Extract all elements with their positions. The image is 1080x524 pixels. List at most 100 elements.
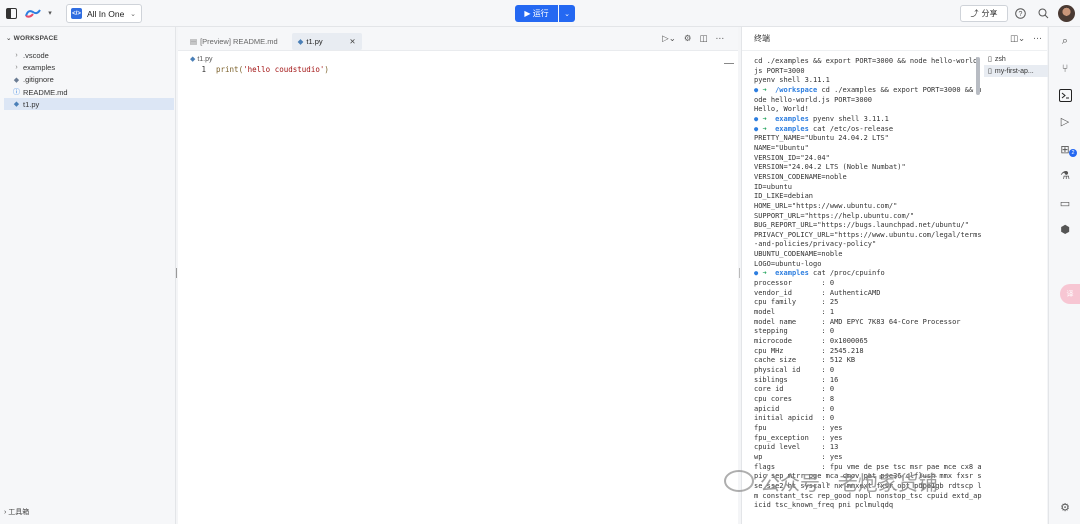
terminal-scrollbar[interactable] bbox=[976, 57, 980, 95]
session-label: zsh bbox=[994, 55, 1006, 63]
project-selector[interactable]: </> All In One ⌄ bbox=[66, 4, 142, 23]
extensions-icon[interactable]: ⊞ 2 bbox=[1055, 139, 1077, 159]
terminal-command-line: ● ➜ /workspace cd ./examples && export P… bbox=[754, 86, 984, 105]
run-button[interactable]: ▶ 运行 bbox=[515, 5, 558, 22]
terminal-line: ID_LIKE=debian bbox=[754, 192, 814, 201]
tree-item-vscode[interactable]: › .vscode bbox=[4, 49, 174, 61]
terminal-command-line: ● ➜ examples cat /proc/cpuinfo bbox=[754, 269, 984, 279]
close-icon[interactable]: ✕ bbox=[349, 37, 355, 46]
terminal-line: core id : 0 bbox=[754, 385, 835, 394]
tree-item-t1py[interactable]: ◆ t1.py bbox=[4, 98, 174, 111]
watermark-text: 公众号 · 老炮家货铺 bbox=[760, 472, 938, 495]
tree-item-gitignore[interactable]: ◆ .gitignore bbox=[4, 74, 174, 86]
tree-item-label: .gitignore bbox=[23, 75, 54, 85]
gear-icon[interactable]: ⚙ bbox=[1055, 497, 1075, 517]
tree-item-label: t1.py bbox=[23, 99, 40, 109]
prompt-dir: examples bbox=[775, 124, 809, 133]
sidebar-resize-handle[interactable] bbox=[176, 268, 177, 278]
terminal-line: cache size : 512 KB bbox=[754, 356, 856, 365]
terminal-line: physical id : 0 bbox=[754, 366, 835, 374]
python-file-icon: ◆ bbox=[13, 101, 20, 109]
editor-pane: ▤ [Preview] README.md ◆ t1.py ✕ ▷⌄ ⚙ ◫ ⋯… bbox=[178, 27, 738, 524]
terminal-line: VERSION_CODENAME=noble bbox=[754, 172, 847, 181]
code-fn: print( bbox=[216, 65, 244, 74]
more-icon[interactable]: ⋯ bbox=[716, 33, 725, 44]
terminal-line: UBUNTU_CODENAME=noble bbox=[754, 250, 843, 259]
editor-actions: ▷⌄ ⚙ ◫ ⋯ bbox=[662, 33, 724, 44]
terminal-icon: ▯ bbox=[988, 68, 992, 75]
tab-t1py[interactable]: ◆ t1.py ✕ bbox=[291, 33, 362, 50]
tree-item-examples[interactable]: › examples bbox=[4, 61, 174, 73]
testing-icon[interactable]: ⚗ bbox=[1055, 165, 1075, 185]
split-editor-icon[interactable]: ◫ bbox=[699, 33, 707, 44]
translate-float-button[interactable]: 译 bbox=[1060, 284, 1080, 304]
prompt-arrow-icon: ➜ bbox=[762, 269, 776, 278]
tab-label: [Preview] README.md bbox=[200, 37, 278, 46]
terminal-line: cpu family : 25 bbox=[754, 298, 839, 307]
search-icon[interactable]: ⌕ bbox=[1055, 31, 1075, 51]
share-button[interactable]: ⤴ 分享 bbox=[960, 5, 1008, 22]
terminal-command-line: ● ➜ examples pyenv shell 3.11.1 bbox=[754, 115, 984, 125]
tree-item-label: README.md bbox=[23, 87, 68, 97]
tree-item-label: .vscode bbox=[23, 50, 49, 60]
sidebar-toggle-icon[interactable] bbox=[5, 7, 17, 19]
preview-icon: ▤ bbox=[190, 37, 198, 46]
terminal-line: Hello, World! bbox=[754, 105, 809, 114]
minimap[interactable] bbox=[724, 63, 734, 64]
terminal-line: cpuid level : 13 bbox=[754, 443, 839, 452]
line-number: 1 bbox=[201, 65, 206, 74]
terminal-output[interactable]: cd ./examples && export PORT=3000 && nod… bbox=[754, 57, 984, 511]
search-icon[interactable] bbox=[1037, 7, 1050, 20]
command-text: cat /proc/cpuinfo bbox=[808, 269, 885, 278]
split-terminal-icon[interactable]: ◫⌄ bbox=[1010, 33, 1025, 44]
code-editor[interactable]: 1 print('hello coudstudio') bbox=[188, 65, 328, 74]
run-debug-icon[interactable]: ▷ bbox=[1055, 111, 1075, 131]
terminal-sessions: ▯ zsh ▯ my-first-ap... bbox=[984, 53, 1048, 77]
info-icon: ⓘ bbox=[13, 89, 20, 97]
logo-dropdown-icon[interactable]: ▾ bbox=[45, 8, 55, 18]
prompt-dir: examples bbox=[775, 269, 809, 278]
terminal-line: SUPPORT_URL="https://help.ubuntu.com/" bbox=[754, 211, 915, 220]
prompt-arrow-icon: ➜ bbox=[762, 85, 776, 94]
tab-readme-preview[interactable]: ▤ [Preview] README.md bbox=[184, 33, 284, 50]
run-dropdown-button[interactable]: ⌄ bbox=[559, 5, 575, 22]
chevron-right-icon: › bbox=[15, 63, 18, 71]
terminal-line: initial apicid : 0 bbox=[754, 414, 835, 423]
breadcrumb[interactable]: ◆ t1.py bbox=[190, 55, 213, 63]
python-file-icon: ◆ bbox=[297, 37, 304, 46]
workspace-title[interactable]: ⌄ WORKSPACE bbox=[6, 34, 58, 42]
editor-resize-handle[interactable] bbox=[739, 268, 740, 278]
terminal-line: BUG_REPORT_URL="https://bugs.launchpad.n… bbox=[754, 221, 969, 230]
prompt-dir: /workspace bbox=[775, 85, 818, 94]
terminal-line: stepping : 0 bbox=[754, 327, 835, 336]
breadcrumb-label: t1.py bbox=[197, 56, 213, 63]
terminal-line: cpu cores : 8 bbox=[754, 394, 835, 403]
share-icon: ⤴ bbox=[970, 9, 979, 18]
wechat-icon bbox=[724, 470, 754, 492]
more-icon[interactable]: ⋯ bbox=[1033, 33, 1042, 44]
terminal-command-line: ● ➜ examples cat /etc/os-release bbox=[754, 125, 984, 135]
code-string: 'hello coudstudio' bbox=[243, 65, 325, 74]
terminal-line: pyenv shell 3.11.1 bbox=[754, 76, 830, 85]
terminal-line: HOME_URL="https://www.ubuntu.com/" bbox=[754, 201, 898, 210]
tree-item-readme[interactable]: ⓘ README.md bbox=[4, 86, 174, 98]
source-control-icon[interactable]: ⑂ bbox=[1055, 59, 1075, 79]
run-file-icon[interactable]: ▷⌄ bbox=[662, 33, 676, 44]
settings-icon[interactable]: ⚙ bbox=[684, 33, 692, 44]
browser-preview-icon[interactable]: ▭ bbox=[1055, 193, 1075, 213]
watermark: 公众号 · 老炮家货铺 bbox=[724, 464, 1054, 498]
help-icon[interactable]: ? bbox=[1014, 7, 1027, 20]
command-text: pyenv shell 3.11.1 bbox=[808, 114, 889, 123]
terminal-session-zsh[interactable]: ▯ zsh bbox=[984, 53, 1048, 65]
prompt-dir: examples bbox=[775, 114, 809, 123]
terminal-session-my-first-app[interactable]: ▯ my-first-ap... bbox=[984, 65, 1048, 77]
terminal-icon[interactable] bbox=[1055, 85, 1075, 105]
git-icon: ◆ bbox=[13, 76, 20, 84]
plugin-icon[interactable]: ⬢ bbox=[1055, 219, 1075, 239]
terminal-line: cd ./examples && export PORT=3000 && nod… bbox=[754, 57, 982, 75]
user-avatar[interactable] bbox=[1058, 5, 1075, 22]
prompt-arrow-icon: ➜ bbox=[762, 114, 776, 123]
terminal-panel: 终端 ◫⌄ ⋯ cd ./examples && export PORT=300… bbox=[741, 27, 1048, 524]
terminal-line: NAME="Ubuntu" bbox=[754, 143, 809, 152]
toolbox-section[interactable]: › 工具箱 bbox=[4, 507, 29, 517]
